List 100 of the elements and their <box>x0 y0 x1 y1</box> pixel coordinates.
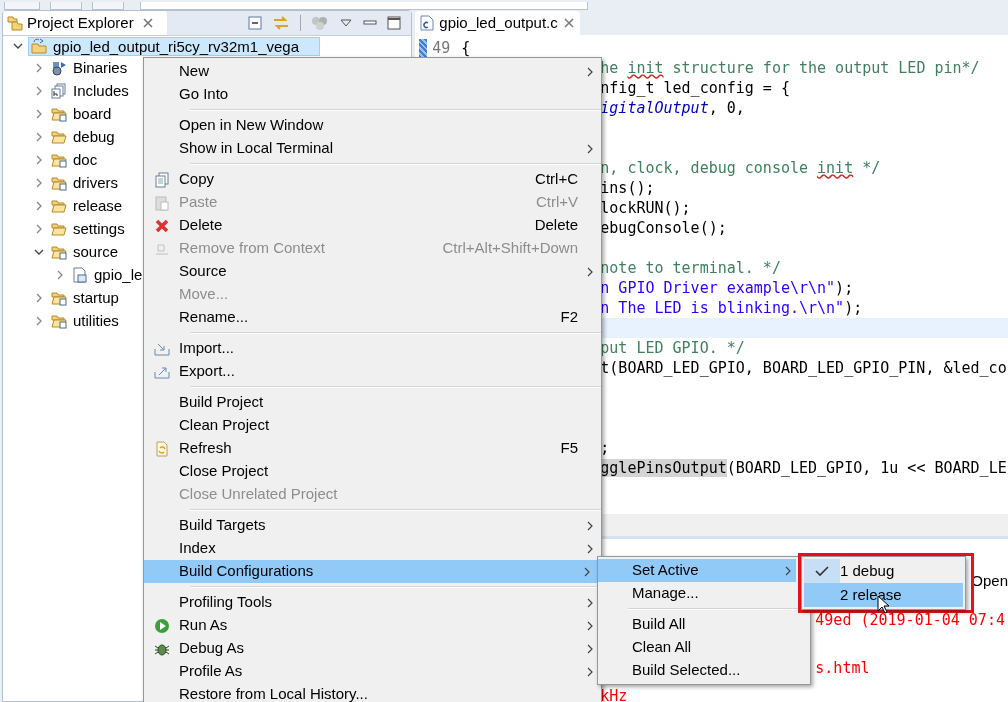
code-line: lockRUN(); <box>600 197 691 219</box>
tree-item[interactable]: Binaries <box>49 58 132 77</box>
menu-item[interactable]: Build All <box>598 613 796 636</box>
code-line: gglePinsOutput(BOARD_LED_GPIO, 1u << BOARD_LE <box>600 457 1007 479</box>
code-line: nfig_t led_config = { <box>600 77 790 99</box>
tree-item[interactable]: gpio_led_output_ri5cy_rv32m1_vega <box>28 36 320 56</box>
tree-item[interactable]: board <box>49 104 116 123</box>
menu-item[interactable]: Export... <box>144 360 601 383</box>
minimize-icon[interactable] <box>363 18 378 28</box>
code-line: ebugConsole(); <box>600 217 727 239</box>
menu-item[interactable]: Profile As <box>144 660 601 683</box>
menu-item[interactable]: Source <box>144 260 601 283</box>
console-text: 49ed (2019-01-04 07:4 <box>815 613 1006 628</box>
folder-icon <box>51 220 68 237</box>
menu-item[interactable]: Delete Delete <box>144 214 601 237</box>
shortcut-text: F2 <box>560 307 578 328</box>
tree-item[interactable]: settings <box>49 219 129 238</box>
tree-item[interactable]: startup <box>49 288 123 307</box>
menu-item[interactable]: 2 release <box>804 583 963 607</box>
source-folder-icon <box>51 289 68 306</box>
console-text: s.html <box>815 661 871 676</box>
code-line: { <box>461 37 471 59</box>
source-folder-icon <box>51 105 68 122</box>
editor-tab-title: gpio_led_output.c <box>439 12 558 33</box>
menu-item[interactable]: Close Project <box>144 460 601 483</box>
close-icon[interactable] <box>562 17 575 29</box>
tree-item[interactable]: drivers <box>49 173 122 192</box>
c-file-icon <box>420 15 435 31</box>
folder-icon <box>51 197 68 214</box>
menu-item[interactable]: Build Configurations <box>144 560 598 583</box>
menu-item[interactable]: Refresh F5 <box>144 437 601 460</box>
play-icon <box>153 617 170 634</box>
shortcut-text: Ctrl+Alt+Shift+Down <box>442 238 578 259</box>
menu-item[interactable]: Build Targets <box>144 514 601 537</box>
code-line: note to terminal. */ <box>600 257 781 279</box>
menu-item[interactable]: 1 debug <box>804 559 963 583</box>
view-menu-icon[interactable] <box>339 18 354 28</box>
menu-item[interactable]: New <box>144 60 601 83</box>
folder-icon <box>51 128 68 145</box>
project-folder-icon <box>31 38 48 54</box>
collapse-all-icon[interactable] <box>248 16 263 30</box>
menu-item[interactable]: Import... <box>144 337 601 360</box>
source-folder-icon <box>51 243 68 260</box>
menu-item[interactable]: Index <box>144 537 601 560</box>
explorer-title: Project Explorer <box>27 12 134 33</box>
code-line: ins(); <box>600 177 655 199</box>
menu-item[interactable]: Copy Ctrl+C <box>144 168 601 191</box>
code-line: igitalOutput, 0, <box>600 97 745 119</box>
explorer-tab[interactable]: Project Explorer <box>3 11 167 35</box>
menu-item[interactable]: Clean All <box>598 636 796 659</box>
console-text: kHz <box>600 689 629 702</box>
code-line: put LED GPIO. */ <box>600 337 745 359</box>
menu-item[interactable]: Build Selected... <box>598 659 796 682</box>
delete-icon <box>153 217 170 234</box>
shortcut-text: Ctrl+V <box>535 192 578 213</box>
menu-item[interactable]: Build Project <box>144 391 601 414</box>
menu-item[interactable]: Debug As <box>144 637 601 660</box>
menu-item[interactable]: Show in Local Terminal <box>144 137 601 160</box>
c-file-icon <box>72 266 89 283</box>
menu-item[interactable]: Manage... <box>598 582 796 605</box>
tree-item[interactable]: release <box>49 196 127 215</box>
shortcut-text: Delete <box>534 215 578 236</box>
source-folder-icon <box>51 174 68 191</box>
tree-item[interactable]: gpio_le <box>70 265 147 284</box>
range-indicator <box>419 39 428 57</box>
maximize-icon[interactable] <box>387 16 402 30</box>
toolbar-field[interactable] <box>140 2 588 10</box>
refresh-icon <box>153 440 170 457</box>
line-number: 49 <box>432 37 451 59</box>
menu-item[interactable]: Run As <box>144 614 601 637</box>
source-folder-icon <box>51 312 68 329</box>
code-line: n GPIO Driver example\r\n"); <box>600 277 854 299</box>
tree-item[interactable]: source <box>49 242 123 261</box>
includes-icon <box>51 82 68 99</box>
menu-item[interactable]: Go Into <box>144 83 601 106</box>
folders-icon <box>7 15 23 31</box>
menu-item[interactable]: Restore from Local History... <box>144 683 601 702</box>
code-line: he init structure for the output LED pin*/ <box>600 57 980 79</box>
menu-item[interactable]: Set Active <box>598 559 796 582</box>
tree-item[interactable]: utilities <box>49 311 123 330</box>
shortcut-text: Ctrl+C <box>535 169 578 190</box>
code-line: n, clock, debug console init */ <box>600 157 881 179</box>
source-folder-icon <box>51 151 68 168</box>
tree-item[interactable]: doc <box>49 150 102 169</box>
paste-icon <box>153 194 170 211</box>
copy-icon <box>153 171 170 188</box>
menu-item[interactable]: Open in New Window <box>144 114 601 137</box>
binaries-icon <box>51 59 68 76</box>
link-arrows-icon[interactable] <box>272 15 291 31</box>
menu-item[interactable]: Rename... F2 <box>144 306 601 329</box>
menu-item[interactable]: Profiling Tools <box>144 591 601 614</box>
code-line: ; <box>600 437 610 459</box>
editor-tab[interactable]: gpio_led_output.c <box>415 11 580 35</box>
close-icon[interactable] <box>141 17 154 29</box>
code-line: n The LED is blinking.\r\n"); <box>600 297 863 319</box>
tree-item[interactable]: debug <box>49 127 119 146</box>
menu-item[interactable]: Clean Project <box>144 414 601 437</box>
shortcut-text: F5 <box>560 438 578 459</box>
tree-item[interactable]: Includes <box>49 81 133 100</box>
code-line: t(BOARD_LED_GPIO, BOARD_LED_GPIO_PIN, &led_co <box>600 357 1007 379</box>
